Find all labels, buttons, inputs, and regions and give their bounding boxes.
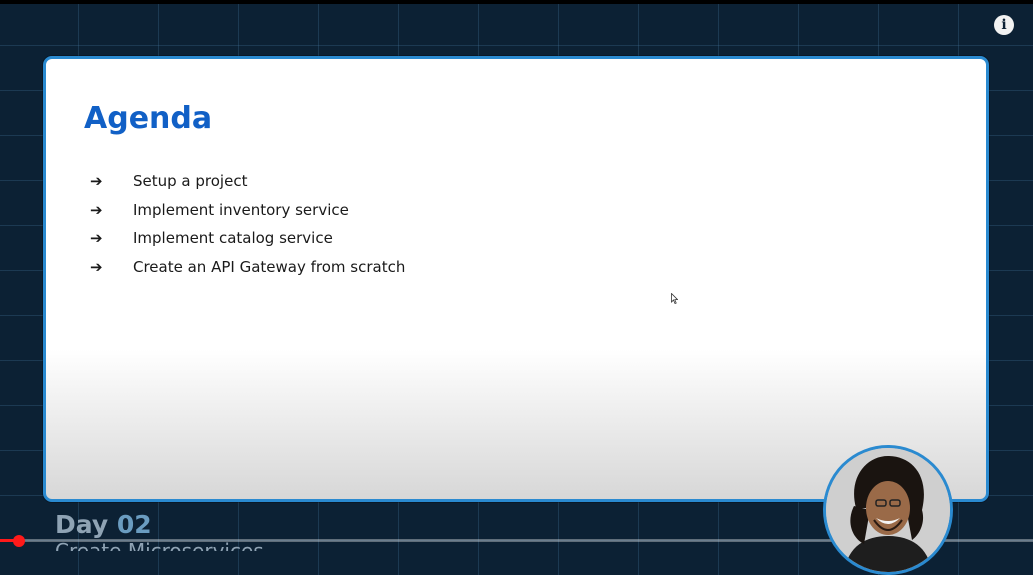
slide-card: Agenda ➔ Setup a project ➔ Implement inv… [43,56,989,502]
day-label: Day 02 [55,510,152,539]
arrow-right-icon: ➔ [90,200,103,219]
mouse-cursor-icon [671,293,678,304]
video-subtitle: Create Microservices [55,541,264,551]
slide-title: Agenda [84,101,213,136]
day-prefix: Day [55,510,117,539]
agenda-item: ➔ Implement inventory service [90,196,405,225]
info-icon[interactable]: i [994,15,1014,35]
agenda-item-text: Create an API Gateway from scratch [133,257,406,276]
arrow-right-icon: ➔ [90,229,103,248]
presenter-portrait-image [826,448,950,572]
day-number: 02 [116,510,152,539]
agenda-item: ➔ Setup a project [90,167,405,196]
agenda-item: ➔ Create an API Gateway from scratch [90,253,405,282]
arrow-right-icon: ➔ [90,172,103,191]
agenda-item-text: Implement inventory service [133,200,349,219]
agenda-item: ➔ Implement catalog service [90,224,405,253]
presenter-avatar [823,445,953,575]
arrow-right-icon: ➔ [90,257,103,276]
agenda-item-text: Setup a project [133,172,248,191]
agenda-item-text: Implement catalog service [133,229,333,248]
top-edge-bar [0,0,1033,4]
agenda-list: ➔ Setup a project ➔ Implement inventory … [90,167,405,281]
progress-scrubber-handle[interactable] [13,535,25,547]
